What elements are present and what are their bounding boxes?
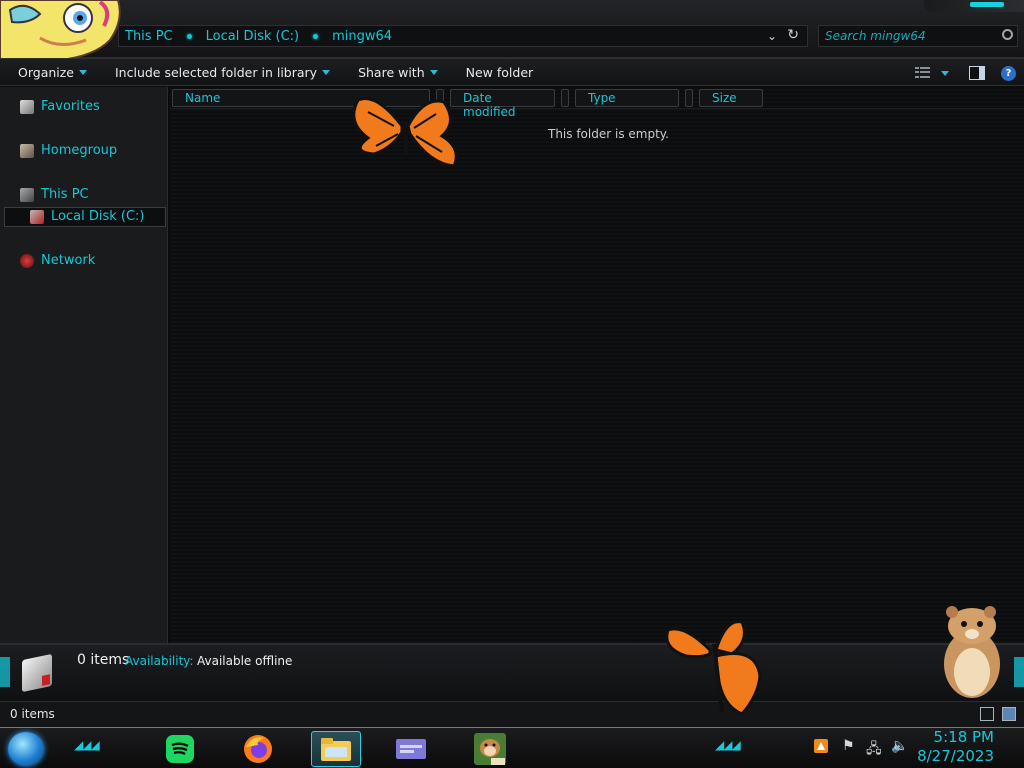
nav-item-label: This PC (41, 187, 89, 202)
column-header-type[interactable]: Type (575, 89, 679, 107)
clock-date: 8/27/2023 (917, 747, 994, 765)
organize-button[interactable]: Organize (0, 65, 97, 80)
nav-item-label: Network (41, 253, 96, 268)
availability-value: Available offline (197, 654, 293, 668)
decor-tab (1014, 657, 1024, 687)
chevron-down-icon (429, 69, 438, 75)
taskbar-file-explorer-button[interactable] (311, 731, 361, 767)
empty-folder-message: This folder is empty. (548, 127, 669, 141)
nav-item-network[interactable]: Network (20, 253, 95, 268)
details-item-count: 0 items (77, 652, 130, 668)
nav-item-label: Favorites (41, 99, 100, 114)
column-headers: Name Date modified Type Size (170, 89, 1024, 119)
column-header-size[interactable]: Size (699, 89, 763, 107)
hamster-box-icon (474, 733, 506, 765)
availability-label: Availability: (125, 654, 194, 668)
favorites-star-icon (20, 99, 34, 114)
nav-item-label: Homegroup (41, 143, 118, 158)
change-view-icon[interactable] (915, 67, 931, 79)
column-divider (561, 89, 569, 107)
taskbar-firefox-button[interactable] (233, 731, 283, 767)
taskbar: ◢◢◢ ◢◢◢ ⚑ 🖧 🔈 5:18 PM 8/27/2023 (0, 727, 1024, 768)
details-view-icon[interactable] (980, 707, 994, 721)
volume-icon[interactable]: 🔈 (891, 738, 908, 754)
decor-chevrons: ◢◢◢ (74, 738, 100, 752)
breadcrumb-separator-icon[interactable] (186, 33, 192, 39)
organize-label: Organize (18, 64, 74, 80)
details-pane: 0 items Availability: Available offline (0, 643, 1024, 701)
large-icons-view-icon[interactable] (1002, 707, 1016, 721)
share-with-label: Share with (358, 64, 425, 80)
breadcrumb-mingw64[interactable]: mingw64 (326, 29, 398, 44)
chevron-down-icon (79, 69, 87, 75)
clock-time: 5:18 PM (933, 728, 994, 746)
hamster-decoration-icon (944, 606, 1000, 698)
breadcrumb-separator-icon[interactable] (313, 33, 319, 39)
window-card-icon (396, 739, 426, 759)
butterfly-decoration-icon (352, 97, 458, 168)
status-item-count: 0 items (10, 707, 55, 721)
network-status-icon[interactable]: 🖧 (866, 738, 882, 762)
chevron-down-icon (322, 69, 331, 75)
column-divider (685, 89, 693, 107)
view-controls: ? (915, 59, 1024, 87)
share-with-button[interactable]: Share with (340, 65, 448, 80)
action-center-flag-icon[interactable]: ⚑ (842, 738, 855, 754)
spotify-icon (166, 735, 194, 763)
notification-app-icon[interactable] (813, 738, 829, 758)
network-icon (20, 253, 34, 268)
decor-tab (0, 657, 10, 687)
search-placeholder: Search mingw64 (825, 29, 926, 43)
folder-thumbnail-icon (22, 653, 52, 693)
command-bar: Organize Include selected folder in libr… (0, 58, 1024, 86)
folder-icon (321, 738, 351, 761)
address-history-chevron-icon[interactable]: ⌄ (767, 29, 777, 43)
include-in-library-button[interactable]: Include selected folder in library (97, 65, 340, 80)
column-header-date-modified[interactable]: Date modified (450, 89, 555, 119)
search-icon[interactable] (1002, 29, 1013, 40)
computer-icon (20, 187, 34, 202)
butterfly-decoration-icon (665, 620, 762, 716)
file-list-area[interactable]: Name Date modified Type Size This folder… (170, 87, 1024, 643)
nav-item-this-pc[interactable]: This PC (20, 187, 89, 202)
desktop: This PC Local Disk (C:) mingw64 ⌄ ↻ Sear… (0, 0, 1024, 768)
system-clock[interactable]: 5:18 PM 8/27/2023 (917, 728, 994, 766)
new-folder-button[interactable]: New folder (448, 65, 544, 80)
taskbar-spotify-button[interactable] (155, 731, 205, 767)
homegroup-icon (20, 143, 34, 158)
firefox-icon (244, 735, 272, 763)
nav-item-local-disk[interactable]: Local Disk (C:) (30, 209, 144, 224)
nav-item-label: Local Disk (C:) (51, 209, 145, 224)
help-icon[interactable]: ? (1001, 65, 1016, 81)
include-library-label: Include selected folder in library (115, 64, 318, 80)
window-decoration (924, 0, 1024, 12)
status-bar: 0 items (0, 701, 1024, 727)
start-orb-icon[interactable] (8, 732, 44, 766)
breadcrumb-this-pc[interactable]: This PC (119, 29, 179, 44)
preview-pane-icon[interactable] (969, 66, 985, 80)
drive-icon (30, 209, 44, 224)
user-avatar (0, 0, 124, 60)
search-input[interactable]: Search mingw64 (818, 25, 1018, 47)
new-folder-label: New folder (465, 64, 534, 80)
decor-chevrons: ◢◢◢ (715, 738, 741, 752)
title-bar: This PC Local Disk (C:) mingw64 ⌄ ↻ Sear… (0, 0, 1024, 60)
taskbar-box-app-button[interactable] (465, 731, 515, 767)
nav-item-favorites[interactable]: Favorites (20, 99, 100, 114)
refresh-icon[interactable]: ↻ (787, 27, 799, 43)
taskbar-window-button[interactable] (386, 731, 436, 767)
view-options-chevron-icon[interactable] (941, 70, 949, 76)
nav-item-homegroup[interactable]: Homegroup (20, 143, 117, 158)
navigation-pane: Favorites Homegroup This PC Local Disk (… (0, 87, 168, 643)
breadcrumb-local-disk[interactable]: Local Disk (C:) (200, 29, 305, 44)
address-bar[interactable]: This PC Local Disk (C:) mingw64 ⌄ ↻ (118, 25, 808, 47)
